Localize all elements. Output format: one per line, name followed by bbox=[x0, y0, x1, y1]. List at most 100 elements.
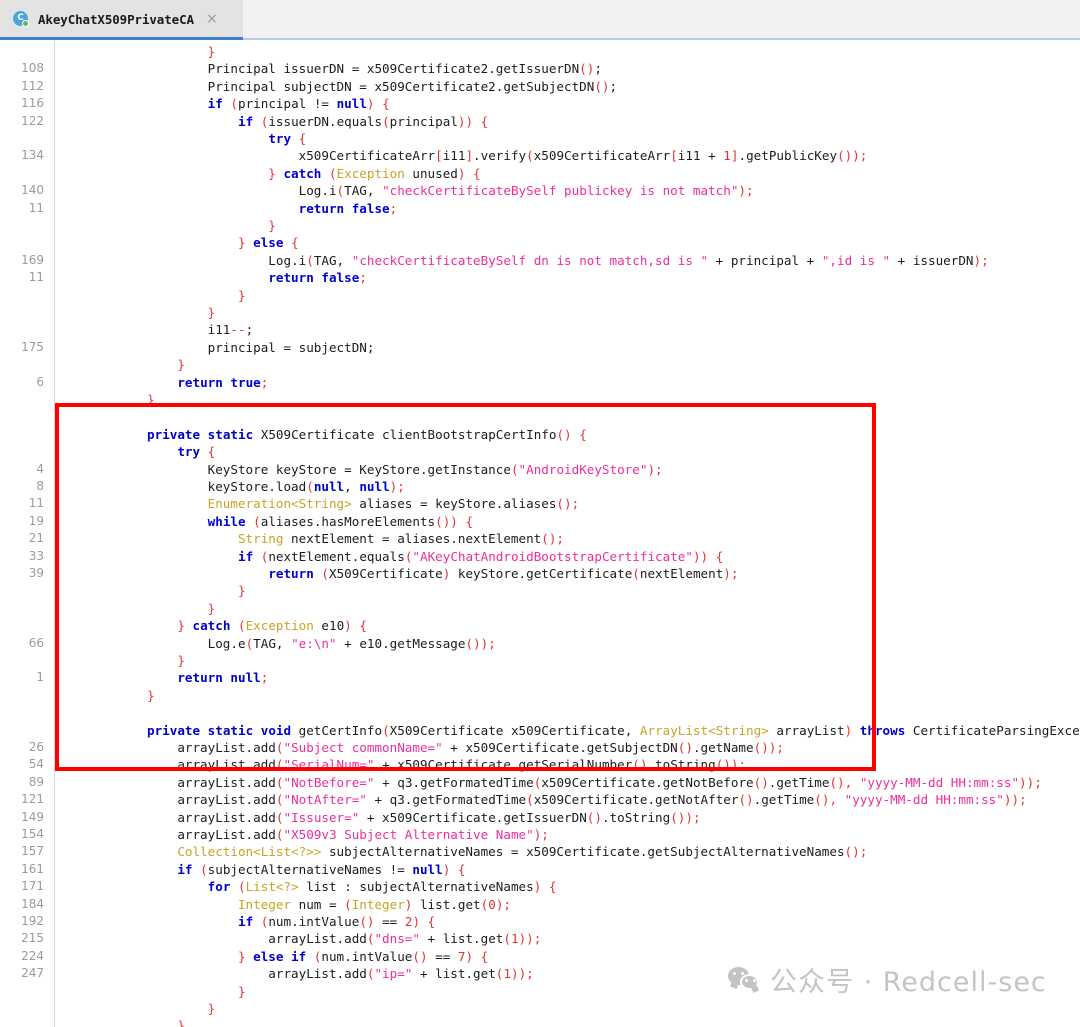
code-token: keyStore.load bbox=[56, 479, 306, 494]
code-line[interactable]: } catch (Exception e10) { bbox=[56, 617, 367, 634]
code-line[interactable]: if (num.intValue() == 2) { bbox=[56, 913, 435, 930]
code-token: } bbox=[56, 218, 276, 233]
code-token: () bbox=[678, 740, 693, 755]
code-editor[interactable]: 1081121161221341401116911175648111921333… bbox=[0, 40, 1080, 1027]
code-token bbox=[56, 444, 177, 459]
code-line[interactable]: i11--; bbox=[56, 321, 253, 338]
code-line[interactable]: Log.i(TAG, "checkCertificateBySelf publi… bbox=[56, 182, 754, 199]
code-token bbox=[56, 879, 208, 894]
code-token: aliases.hasMoreElements bbox=[261, 514, 435, 529]
code-line[interactable]: return true; bbox=[56, 374, 268, 391]
code-line[interactable]: } bbox=[56, 983, 246, 1000]
code-line[interactable]: } bbox=[56, 582, 246, 599]
code-line[interactable]: return null; bbox=[56, 669, 268, 686]
code-line[interactable]: } bbox=[56, 687, 155, 704]
code-token: 1 bbox=[503, 966, 511, 981]
code-token: () bbox=[632, 757, 647, 772]
code-line[interactable]: arrayList.add("NotBefore=" + q3.getForma… bbox=[56, 774, 1042, 791]
code-line[interactable]: Principal subjectDN = x509Certificate2.g… bbox=[56, 78, 617, 95]
code-token bbox=[56, 670, 177, 685]
code-token: + x509Certificate.getIssuerDN bbox=[359, 810, 586, 825]
code-token: (); bbox=[541, 531, 564, 546]
code-token: } bbox=[56, 583, 246, 598]
code-line[interactable]: Collection<List<?>> subjectAlternativeNa… bbox=[56, 843, 867, 860]
code-line[interactable]: return false; bbox=[56, 200, 397, 217]
code-line[interactable]: if (subjectAlternativeNames != null) { bbox=[56, 861, 465, 878]
line-number-gutter: 1081121161221341401116911175648111921333… bbox=[0, 40, 55, 1027]
code-token: X509Certificate x509Certificate, bbox=[390, 723, 640, 738]
code-token: TAG, bbox=[314, 253, 352, 268]
code-line[interactable]: } else if (num.intValue() == 7) { bbox=[56, 948, 488, 965]
code-content[interactable]: } Principal issuerDN = x509Certificate2.… bbox=[56, 40, 1080, 1027]
code-line[interactable]: } bbox=[56, 356, 185, 373]
code-token: ) { bbox=[412, 914, 435, 929]
code-token: ( bbox=[337, 183, 345, 198]
code-line[interactable]: private static void getCertInfo(X509Cert… bbox=[56, 722, 1080, 739]
code-line[interactable]: return false; bbox=[56, 269, 367, 286]
code-token: null bbox=[412, 862, 442, 877]
code-token: Integer bbox=[56, 897, 291, 912]
code-line[interactable]: } bbox=[56, 287, 246, 304]
code-token: ; bbox=[261, 670, 269, 685]
code-line[interactable]: private static X509Certificate clientBoo… bbox=[56, 426, 587, 443]
code-line[interactable]: arrayList.add("NotAfter=" + q3.getFormat… bbox=[56, 791, 1027, 808]
code-token: + x509Certificate.getSerialNumber bbox=[374, 757, 632, 772]
code-token: )); bbox=[519, 931, 542, 946]
code-line[interactable]: } bbox=[56, 1000, 215, 1017]
code-line[interactable]: Principal issuerDN = x509Certificate2.ge… bbox=[56, 60, 602, 77]
code-token: "NotBefore=" bbox=[283, 775, 374, 790]
code-token: i11 + bbox=[678, 148, 724, 163]
code-token: ( bbox=[193, 862, 208, 877]
editor-tab-akeychatx509privateca[interactable]: C AkeyChatX509PrivateCA × bbox=[0, 0, 243, 38]
code-token: "AndroidKeyStore" bbox=[519, 462, 648, 477]
code-line[interactable]: KeyStore keyStore = KeyStore.getInstance… bbox=[56, 461, 663, 478]
code-token: ( bbox=[253, 914, 268, 929]
code-line[interactable]: String nextElement = aliases.nextElement… bbox=[56, 530, 564, 547]
code-token: + q3.getFormatedTime bbox=[374, 775, 533, 790]
code-token: + q3.getFormatedTime bbox=[367, 792, 526, 807]
code-line[interactable]: Log.e(TAG, "e:\n" + e10.getMessage()); bbox=[56, 635, 496, 652]
code-line[interactable]: } bbox=[56, 652, 185, 669]
code-token: (), bbox=[829, 775, 859, 790]
code-line[interactable]: Log.i(TAG, "checkCertificateBySelf dn is… bbox=[56, 252, 989, 269]
code-line[interactable]: Enumeration<String> aliases = keyStore.a… bbox=[56, 495, 579, 512]
code-line[interactable]: arrayList.add("Subject commonName=" + x5… bbox=[56, 739, 784, 756]
code-line[interactable]: for (List<?> list : subjectAlternativeNa… bbox=[56, 878, 556, 895]
code-line[interactable]: arrayList.add("ip=" + list.get(1)); bbox=[56, 965, 534, 982]
code-line[interactable]: } catch (Exception unused) { bbox=[56, 165, 481, 182]
code-line[interactable]: if (principal != null) { bbox=[56, 95, 390, 112]
code-line[interactable]: arrayList.add("Issuser=" + x509Certifica… bbox=[56, 809, 701, 826]
code-line[interactable]: x509CertificateArr[i11].verify(x509Certi… bbox=[56, 147, 867, 164]
code-line[interactable]: } bbox=[56, 304, 215, 321]
code-line[interactable]: arrayList.add("X509v3 Subject Alternativ… bbox=[56, 826, 549, 843]
code-line[interactable]: Integer num = (Integer) list.get(0); bbox=[56, 896, 511, 913]
code-token: ; bbox=[359, 270, 367, 285]
code-line[interactable]: } bbox=[56, 217, 276, 234]
code-line[interactable]: arrayList.add("SerialNum=" + x509Certifi… bbox=[56, 756, 746, 773]
code-token: } bbox=[56, 601, 215, 616]
code-line[interactable]: arrayList.add("dns=" + list.get(1)); bbox=[56, 930, 541, 947]
code-token: == bbox=[428, 949, 458, 964]
code-token: for bbox=[208, 879, 231, 894]
code-line[interactable]: if (issuerDN.equals(principal)) { bbox=[56, 113, 488, 130]
code-line[interactable]: } else { bbox=[56, 234, 299, 251]
code-line[interactable]: try { bbox=[56, 130, 306, 147]
code-line[interactable]: return (X509Certificate) keyStore.getCer… bbox=[56, 565, 738, 582]
code-line[interactable]: } bbox=[56, 391, 155, 408]
close-icon[interactable]: × bbox=[206, 12, 218, 26]
code-token: -- bbox=[230, 322, 245, 337]
code-token: ArrayList<String> bbox=[640, 723, 769, 738]
code-line[interactable]: keyStore.load(null, null); bbox=[56, 478, 405, 495]
editor-tab-label: AkeyChatX509PrivateCA bbox=[38, 12, 194, 27]
code-line[interactable]: try { bbox=[56, 443, 215, 460]
code-line[interactable]: if (nextElement.equals("AKeyChatAndroidB… bbox=[56, 548, 723, 565]
code-line[interactable]: } bbox=[56, 600, 215, 617]
line-number: 121 bbox=[0, 791, 44, 808]
code-line[interactable]: } bbox=[56, 43, 215, 60]
code-line[interactable]: } bbox=[56, 1017, 185, 1027]
code-line[interactable]: while (aliases.hasMoreElements()) { bbox=[56, 513, 473, 530]
code-line[interactable]: principal = subjectDN; bbox=[56, 339, 374, 356]
code-token: principal bbox=[390, 114, 458, 129]
code-token: ( bbox=[253, 549, 268, 564]
line-number: 26 bbox=[0, 739, 44, 756]
